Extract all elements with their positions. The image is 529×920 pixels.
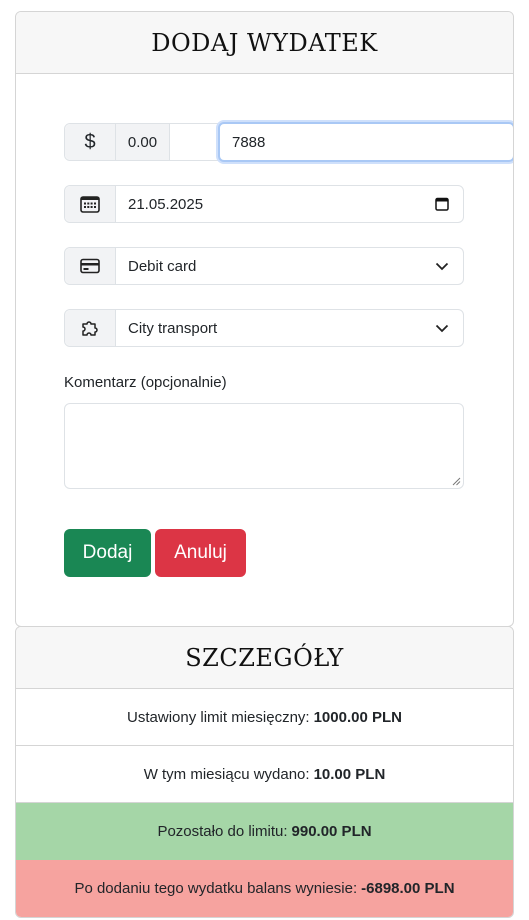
details-title: SZCZEGÓŁY xyxy=(185,643,344,672)
add-expense-title: DODAJ WYDATEK xyxy=(151,28,378,57)
amount-value: 7888 xyxy=(232,133,266,151)
add-expense-header: DODAJ WYDATEK xyxy=(16,12,513,74)
category-group: City transport xyxy=(64,309,464,347)
monthly-limit-value: 1000.00 PLN xyxy=(313,708,402,726)
resize-grip-icon[interactable] xyxy=(452,477,461,486)
spent-value: 10.00 PLN xyxy=(313,765,386,783)
add-expense-card: DODAJ WYDATEK $ 0.00 7888 21.05.2025 Deb… xyxy=(15,11,514,627)
category-addon xyxy=(65,310,116,346)
details-card: SZCZEGÓŁY Ustawiony limit miesięczny: 10… xyxy=(15,626,514,918)
date-input-group: 21.05.2025 xyxy=(64,185,464,223)
dollar-icon: $ xyxy=(84,130,96,153)
amount-prefix: 0.00 xyxy=(116,124,170,160)
payment-method-select[interactable]: Debit card xyxy=(116,248,463,284)
payment-method-group: Debit card xyxy=(64,247,464,285)
payment-addon xyxy=(65,248,116,284)
amount-input[interactable]: 7888 xyxy=(218,122,513,162)
details-header: SZCZEGÓŁY xyxy=(16,627,513,689)
monthly-limit-row: Ustawiony limit miesięczny: 1000.00 PLN xyxy=(16,689,513,746)
cancel-button[interactable]: Anuluj xyxy=(155,529,246,577)
spent-label: W tym miesiącu wydano: xyxy=(143,765,310,783)
amount-input-group: $ 0.00 7888 xyxy=(64,122,513,162)
category-value: City transport xyxy=(128,319,218,337)
payment-method-value: Debit card xyxy=(128,257,197,275)
monthly-limit-label: Ustawiony limit miesięczny: xyxy=(127,708,310,726)
puzzle-icon xyxy=(82,321,98,336)
balance-after-row: Po dodaniu tego wydatku balans wyniesie:… xyxy=(16,860,513,917)
calendar-icon xyxy=(80,196,100,213)
comment-label: Komentarz (opcjonalnie) xyxy=(64,374,227,391)
chevron-down-icon xyxy=(435,324,449,332)
calendar-picker-icon[interactable] xyxy=(435,197,449,211)
date-input[interactable]: 21.05.2025 xyxy=(116,186,463,222)
add-expense-form: $ 0.00 7888 21.05.2025 Debit card City t… xyxy=(16,74,513,626)
currency-addon: $ xyxy=(65,124,116,160)
category-select[interactable]: City transport xyxy=(116,310,463,346)
balance-after-value: -6898.00 PLN xyxy=(361,880,455,897)
chevron-down-icon xyxy=(435,262,449,270)
date-value: 21.05.2025 xyxy=(128,195,204,213)
calendar-addon xyxy=(65,186,116,222)
remaining-label: Pozostało do limitu: xyxy=(157,823,288,840)
remaining-limit-row: Pozostało do limitu: 990.00 PLN xyxy=(16,803,513,860)
spent-this-month-row: W tym miesiącu wydano: 10.00 PLN xyxy=(16,746,513,803)
comment-textarea[interactable] xyxy=(64,403,464,489)
add-button[interactable]: Dodaj xyxy=(64,529,151,577)
remaining-value: 990.00 PLN xyxy=(291,823,372,840)
balance-after-label: Po dodaniu tego wydatku balans wyniesie: xyxy=(74,880,358,897)
credit-card-icon xyxy=(80,258,100,274)
